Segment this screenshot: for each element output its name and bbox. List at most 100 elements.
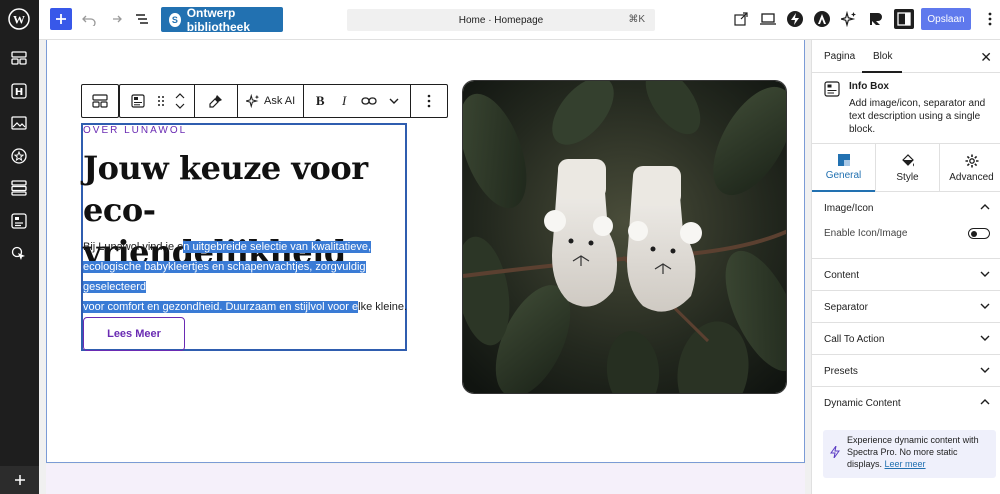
rank-math-icon[interactable] xyxy=(866,9,886,29)
chevron-down-icon[interactable] xyxy=(382,85,406,117)
tab-advanced[interactable]: Advanced xyxy=(940,144,1000,192)
ask-ai-button[interactable]: Ask AI xyxy=(242,94,299,108)
editor-app: W H S Ontwerp bibliotheek Home · Homepag… xyxy=(0,0,1000,494)
section-content[interactable]: Content xyxy=(812,259,1000,291)
design-library-button[interactable]: S Ontwerp bibliotheek xyxy=(161,6,283,34)
redo-icon[interactable] xyxy=(105,9,125,29)
spectra-pro-promo: Experience dynamic content with Spectra … xyxy=(823,430,996,478)
cursor-click-icon[interactable] xyxy=(8,243,30,265)
tab-advanced-label: Advanced xyxy=(949,171,994,183)
info-box-description[interactable]: Bij Lunawol vind je en uitgebreide selec… xyxy=(83,237,413,317)
page-section[interactable]: Ask AI B I OVER LUNAWOL Jouw keuze voor … xyxy=(46,40,805,463)
ai-group: Ask AI xyxy=(238,85,305,117)
section-call-to-action[interactable]: Call To Action xyxy=(812,323,1000,355)
wordpress-logo-icon[interactable]: W xyxy=(8,8,30,30)
add-block-button[interactable] xyxy=(50,8,72,30)
svg-text:W: W xyxy=(13,13,25,27)
star-icon[interactable] xyxy=(8,145,30,167)
editor-canvas: Ask AI B I OVER LUNAWOL Jouw keuze voor … xyxy=(39,40,811,494)
chevron-up-icon xyxy=(980,397,990,408)
ai-sparkle-icon[interactable] xyxy=(839,9,859,29)
tab-style[interactable]: Style xyxy=(876,144,939,192)
heading-block-icon[interactable]: H xyxy=(8,80,30,102)
lees-meer-button[interactable]: Lees Meer xyxy=(83,317,185,351)
admin-sidebar: W H xyxy=(0,0,39,494)
chevron-up-icon xyxy=(980,202,990,213)
performance-bolt-icon[interactable] xyxy=(785,9,805,29)
block-type-group xyxy=(120,85,195,117)
info-box-icon[interactable] xyxy=(8,210,30,232)
parent-block-icon[interactable] xyxy=(86,85,114,117)
style-group xyxy=(195,85,238,117)
format-group: B I xyxy=(304,85,412,117)
image-block-icon[interactable] xyxy=(8,112,30,134)
more-options-icon[interactable] xyxy=(980,9,1000,29)
tab-general-label: General xyxy=(825,169,862,181)
chevron-down-icon xyxy=(980,269,990,280)
tab-general[interactable]: General xyxy=(812,144,875,192)
section-label: Call To Action xyxy=(824,334,885,345)
spectra-logo-icon: S xyxy=(169,12,181,27)
section-label: Content xyxy=(824,270,860,281)
add-new-icon[interactable] xyxy=(0,466,39,494)
desc-part-1: Bij Lunawol vind je e xyxy=(83,241,184,253)
section-label: Dynamic Content xyxy=(824,398,901,409)
chevron-down-icon xyxy=(980,301,990,312)
section-image-icon[interactable]: Image/Icon xyxy=(812,192,1000,224)
layout-icon[interactable] xyxy=(8,47,30,69)
settings-panel: Pagina Blok ✕ Info Box Add image/icon, s… xyxy=(811,40,1000,494)
desc-selected-3: voor comfort en gezondheid. Duurzaam en … xyxy=(83,301,359,313)
undo-icon[interactable] xyxy=(79,9,99,29)
tab-block[interactable]: Blok xyxy=(873,51,892,62)
editor-topbar: S Ontwerp bibliotheek Home · Homepage ⌘K… xyxy=(39,0,1000,40)
move-up-down-icon[interactable] xyxy=(170,85,190,117)
tab-style-label: Style xyxy=(896,171,919,183)
block-card: Info Box Add image/icon, separator and t… xyxy=(812,73,1000,144)
svg-text:H: H xyxy=(15,87,23,98)
section-label: Image/Icon xyxy=(824,203,874,214)
desc-selected-2: ecologische babykleertjes en schapenvach… xyxy=(83,261,366,293)
info-box-block-icon[interactable] xyxy=(124,85,152,117)
section-dynamic-content[interactable]: Dynamic Content xyxy=(812,387,1000,419)
bold-icon[interactable]: B xyxy=(308,85,332,117)
learn-more-link[interactable]: Leer meer xyxy=(885,459,926,469)
block-switcher-group xyxy=(82,85,118,117)
command-text: Home · Homepage xyxy=(458,14,544,26)
enable-icon-label: Enable Icon/Image xyxy=(824,228,908,239)
block-options-icon[interactable] xyxy=(415,85,443,117)
desktop-preview-icon[interactable] xyxy=(758,9,778,29)
info-box-block[interactable]: OVER LUNAWOL Jouw keuze voor eco- vriend… xyxy=(81,123,407,351)
baby-booties-image[interactable] xyxy=(462,80,787,394)
prefix-title[interactable]: OVER LUNAWOL xyxy=(83,125,187,136)
section-presets[interactable]: Presets xyxy=(812,355,1000,387)
block-title: Info Box xyxy=(849,81,889,92)
link-icon[interactable] xyxy=(356,85,382,117)
block-toolbar-main: Ask AI B I xyxy=(119,84,449,118)
command-shortcut: ⌘K xyxy=(628,14,645,25)
view-external-icon[interactable] xyxy=(731,9,751,29)
heading-line-1: Jouw keuze voor eco- xyxy=(83,149,368,229)
settings-tabs: General Style Advanced xyxy=(812,144,1000,192)
italic-icon[interactable]: I xyxy=(332,85,356,117)
drag-handle-icon[interactable] xyxy=(152,85,170,117)
save-button[interactable]: Opslaan xyxy=(921,8,971,30)
chevron-down-icon xyxy=(980,333,990,344)
astra-logo-icon[interactable] xyxy=(812,9,832,29)
options-group xyxy=(411,85,447,117)
general-icon xyxy=(837,153,850,166)
sparkle-icon xyxy=(246,94,260,108)
command-palette[interactable]: Home · Homepage ⌘K xyxy=(347,9,655,31)
next-section[interactable] xyxy=(46,464,805,494)
ask-ai-label: Ask AI xyxy=(264,95,296,107)
tab-page[interactable]: Pagina xyxy=(824,51,855,62)
close-icon[interactable]: ✕ xyxy=(980,49,992,66)
section-separator[interactable]: Separator xyxy=(812,291,1000,323)
document-overview-icon[interactable] xyxy=(132,9,152,29)
brush-icon[interactable] xyxy=(199,85,233,117)
paint-bucket-icon xyxy=(901,153,914,166)
rows-icon[interactable] xyxy=(8,177,30,199)
enable-icon-toggle[interactable] xyxy=(968,228,990,239)
settings-panel-toggle-icon[interactable] xyxy=(894,9,914,29)
section-label: Presets xyxy=(824,366,858,377)
block-toolbar xyxy=(81,84,119,118)
